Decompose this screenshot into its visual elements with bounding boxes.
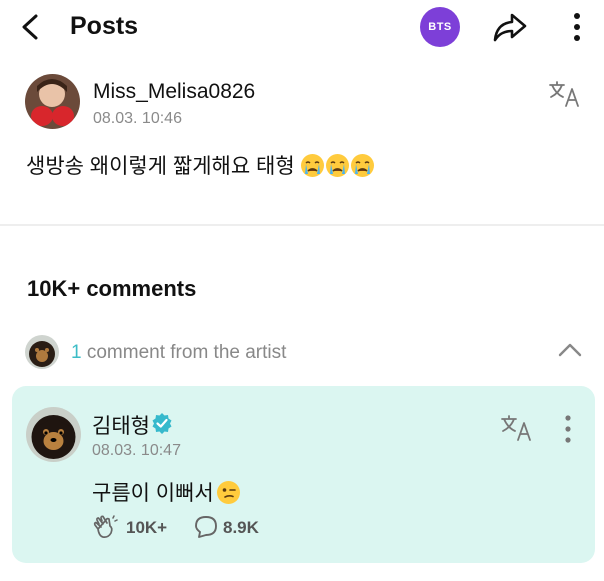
- more-vertical-icon: [565, 415, 571, 443]
- artist-comment-count: 1: [71, 342, 82, 363]
- reply-button[interactable]: [194, 514, 218, 540]
- comment-bubble-icon: [195, 516, 217, 538]
- crying-face-icon: [300, 154, 324, 177]
- post-author-name[interactable]: Miss_Melisa0826: [93, 80, 255, 104]
- artist-comment-toggle[interactable]: 1 comment from the artist: [71, 342, 286, 364]
- page-title: Posts: [70, 12, 139, 40]
- post-timestamp: 08.03. 10:46: [93, 110, 182, 127]
- comments-heading: 10K+ comments: [27, 276, 197, 301]
- winking-face-icon: [216, 481, 240, 504]
- clap-icon: [93, 515, 118, 539]
- reply-count: 8.9K: [223, 518, 259, 537]
- like-count: 10K+: [126, 518, 168, 537]
- like-button[interactable]: [92, 514, 118, 540]
- comment-more-button[interactable]: [560, 414, 576, 444]
- share-icon: [493, 13, 527, 42]
- translate-icon: [549, 81, 579, 107]
- more-vertical-icon: [574, 13, 580, 41]
- share-button[interactable]: [492, 11, 528, 43]
- more-options-button[interactable]: [566, 10, 588, 44]
- chevron-up-icon: [558, 343, 582, 357]
- artist-avatar-small: [25, 335, 59, 369]
- comment-text: 구름이 이뻐서: [92, 477, 240, 507]
- post-text-content: 생방송 왜이렇게 짧게해요 태형: [26, 155, 295, 178]
- post-author-avatar[interactable]: [25, 74, 80, 129]
- comment-text-content: 구름이 이뻐서: [92, 482, 214, 505]
- section-divider: [0, 224, 604, 226]
- post-text: 생방송 왜이렇게 짧게해요 태형: [26, 150, 374, 180]
- verified-badge-icon: [151, 412, 173, 434]
- collapse-button[interactable]: [557, 341, 583, 359]
- crying-face-icon: [325, 154, 349, 177]
- artist-name[interactable]: 김태형: [92, 410, 150, 440]
- translate-icon: [501, 415, 531, 441]
- artist-avatar[interactable]: [26, 407, 81, 462]
- back-button[interactable]: [18, 12, 46, 42]
- comment-translate-button[interactable]: [500, 414, 534, 442]
- community-badge-button[interactable]: BTS: [420, 7, 460, 47]
- artist-comment-label: comment from the artist: [81, 342, 287, 363]
- chevron-left-icon: [22, 14, 38, 40]
- translate-button[interactable]: [548, 80, 582, 108]
- crying-face-icon: [350, 154, 374, 177]
- comment-timestamp: 08.03. 10:47: [92, 442, 181, 459]
